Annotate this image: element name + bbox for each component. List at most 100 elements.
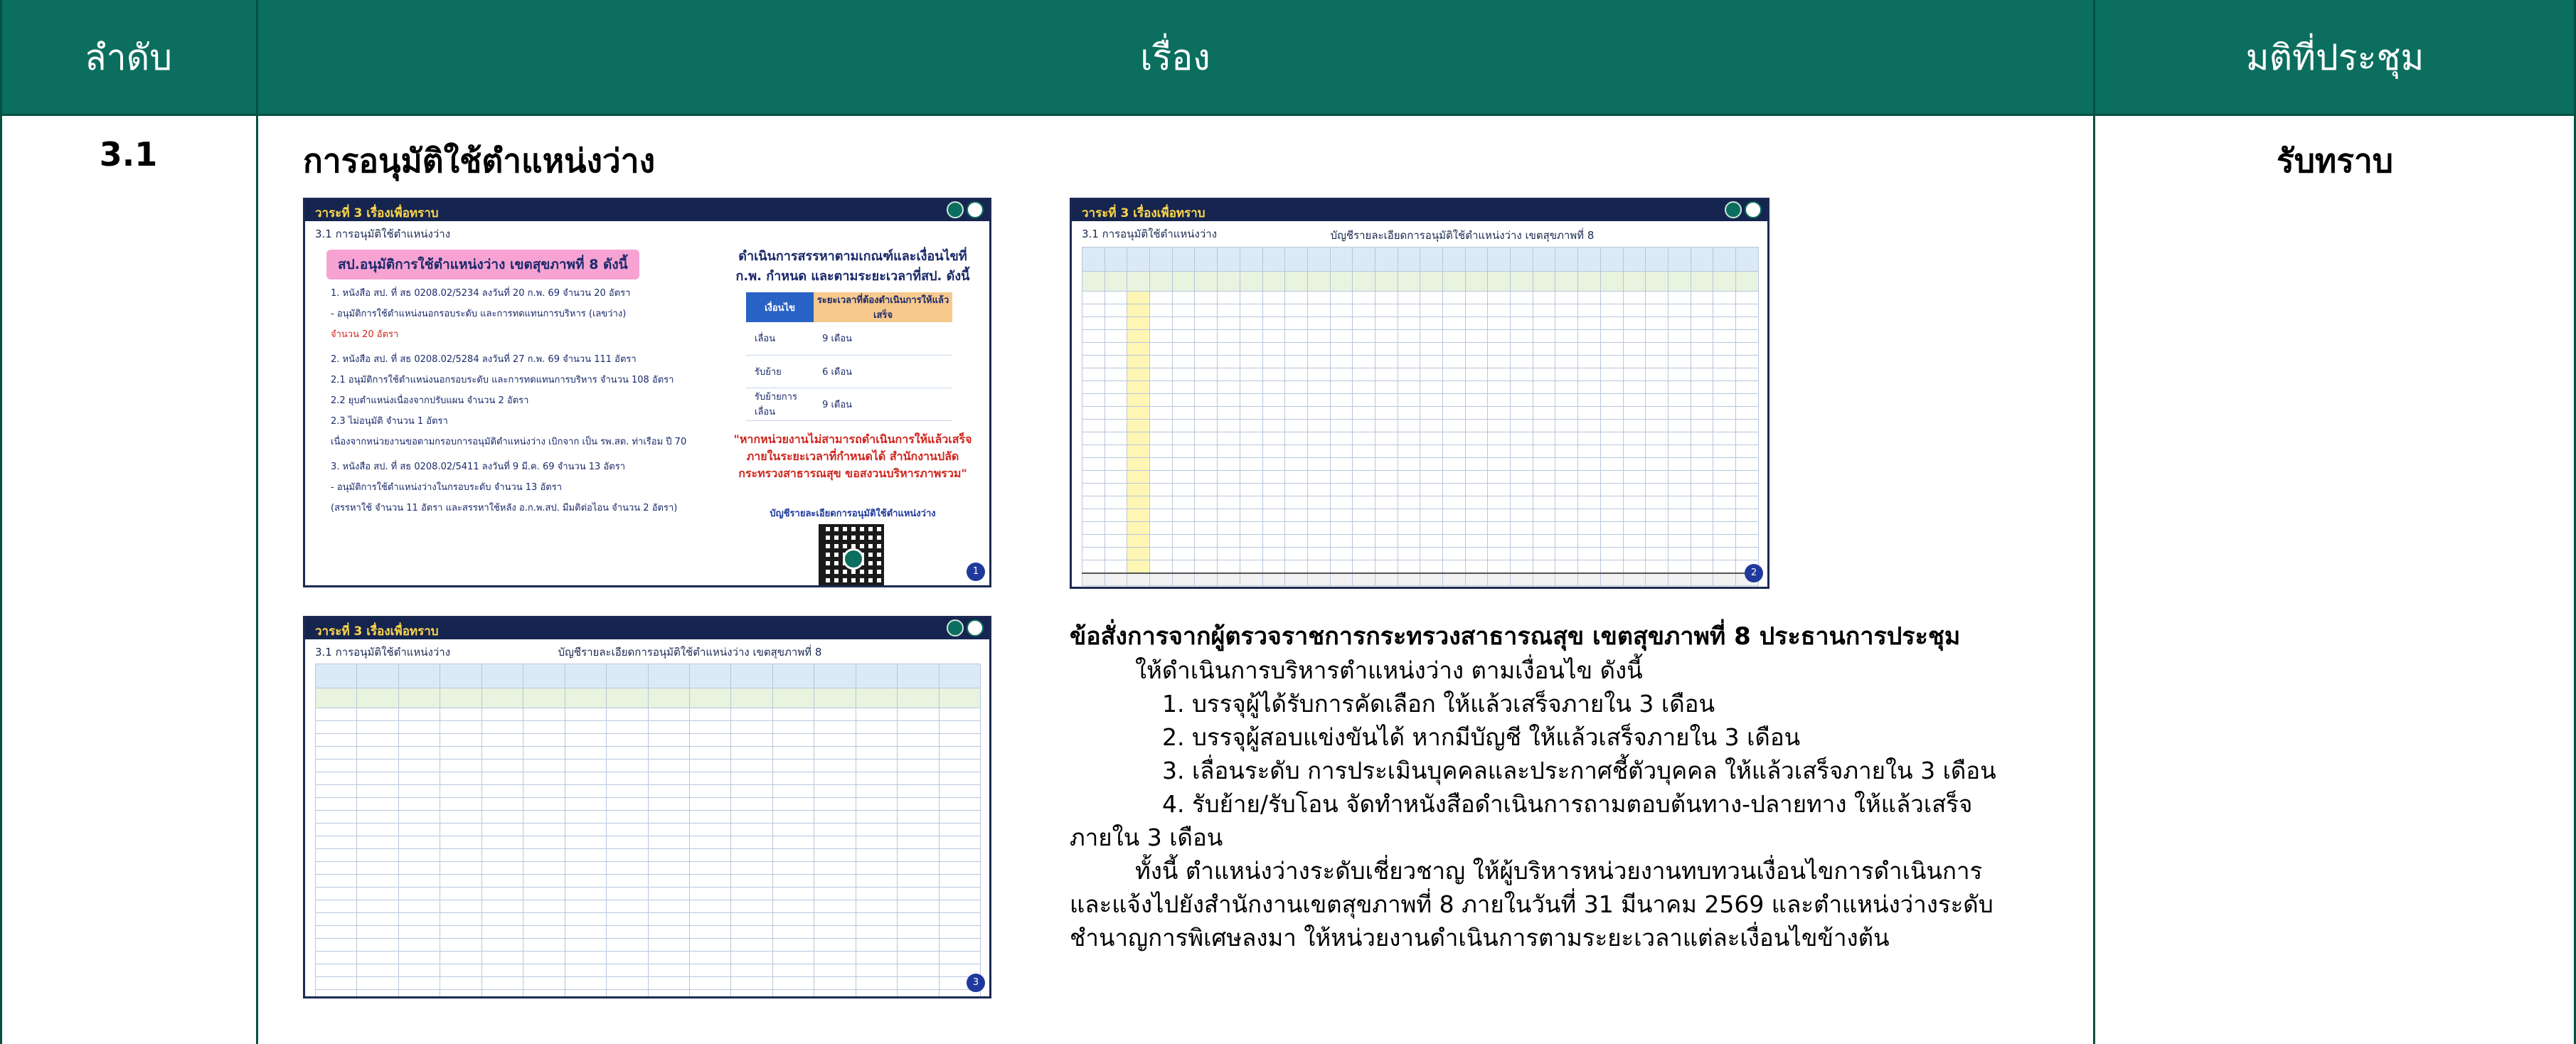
table-cell (606, 759, 649, 772)
table-cell (1284, 342, 1308, 356)
table-cell (1622, 329, 1646, 343)
table-row (314, 733, 981, 747)
table-cell (1397, 547, 1421, 560)
table-cell (1194, 304, 1218, 317)
table-cell (1713, 291, 1736, 304)
table-cell (1645, 291, 1668, 304)
table-cell (1217, 316, 1240, 330)
table-cell (1329, 406, 1353, 420)
table-cell (814, 989, 856, 996)
table-cell (398, 759, 441, 772)
header-subject-label: เรื่อง (1140, 36, 1210, 78)
table-cell (730, 810, 773, 824)
slide-table-caption: บัญชีรายละเอียดการอนุมัติใช้ตำแหน่งว่าง … (1330, 229, 1595, 242)
table-cell (314, 810, 358, 824)
table-cell (1645, 406, 1668, 420)
table-cell (1577, 271, 1601, 292)
table-cell (897, 720, 940, 734)
table-cell (1420, 247, 1443, 272)
moph-logo-icon (947, 619, 984, 636)
table-cell (1532, 432, 1556, 445)
table-cell (606, 976, 649, 990)
table-cell (1329, 368, 1353, 381)
table-cell (1306, 342, 1331, 356)
table-cell (1284, 419, 1308, 432)
table-cell (938, 836, 981, 849)
table-cell (1149, 547, 1173, 560)
table-cell (1262, 457, 1286, 471)
table-cell (1442, 419, 1466, 432)
table-row (314, 720, 981, 734)
table-cell (1577, 432, 1601, 445)
table-cell (564, 836, 607, 849)
table-cell (398, 664, 441, 688)
item-order-number: 3.1 (99, 135, 158, 174)
slide-detail-link[interactable]: บัญชีรายละเอียดการอนุมัติใช้ตำแหน่งว่าง (725, 506, 981, 521)
table-cell (1555, 521, 1579, 535)
table-cell (564, 951, 607, 964)
table-cell (855, 874, 898, 888)
table-cell (1555, 496, 1579, 509)
table-cell (1171, 329, 1196, 343)
table-cell (1667, 572, 1691, 586)
table-cell (1464, 329, 1489, 343)
table-cell (1487, 406, 1511, 420)
table-cell (855, 759, 898, 772)
table-cell (1239, 342, 1263, 356)
table-cell (356, 989, 399, 996)
table-cell (1464, 444, 1489, 458)
table-cell (1713, 393, 1736, 407)
table-cell (1171, 508, 1196, 522)
table-cell (314, 797, 358, 811)
table-cell (688, 772, 732, 785)
table-cell (1622, 534, 1646, 548)
table-cell (938, 664, 981, 688)
table-cell (1690, 444, 1714, 458)
table-cell (523, 912, 565, 926)
table-cell (772, 784, 815, 798)
table-cell (1690, 534, 1714, 548)
table-cell (1397, 521, 1421, 535)
table-cell (1735, 393, 1760, 407)
table-cell (1194, 483, 1218, 496)
table-cell (897, 976, 940, 990)
table-cell (523, 925, 565, 939)
table-cell (1397, 560, 1421, 573)
table-row (314, 688, 981, 708)
table-cell (1306, 304, 1331, 317)
directive-paragraph: ชำนาญการพิเศษลงมา ให้หน่วยงานดำเนินการตา… (1070, 924, 1890, 952)
table-cell (440, 784, 482, 798)
table-cell (1532, 534, 1556, 548)
table-cell (1217, 304, 1240, 317)
table-cell (1690, 368, 1714, 381)
table-cell (938, 848, 981, 862)
table-cell (1104, 432, 1128, 445)
table-cell (1082, 247, 1105, 272)
table-cell (647, 746, 690, 760)
table-cell (314, 976, 358, 990)
table-cell (1217, 368, 1240, 381)
table-cell (1194, 432, 1218, 445)
table-cell (647, 912, 690, 926)
table-cell (1329, 393, 1353, 407)
table-cell (1194, 419, 1218, 432)
table-cell (1420, 483, 1443, 496)
table-cell (814, 720, 856, 734)
table-cell (1487, 432, 1511, 445)
table-cell (1352, 329, 1375, 343)
table-cell (1374, 393, 1398, 407)
table-cell (1577, 316, 1601, 330)
table-cell (1239, 271, 1263, 292)
table-cell (1667, 521, 1691, 535)
table-cell (938, 925, 981, 939)
approval-line: 2. หนังสือ สป. ที่ สธ 0208.02/5284 ลงวัน… (331, 354, 637, 365)
table-cell (897, 989, 940, 996)
table-cell (814, 912, 856, 926)
table-cell (1306, 534, 1331, 548)
directive-item: 1. บรรจุผู้ได้รับการคัดเลือก ให้แล้วเสร็… (1162, 690, 1715, 718)
table-cell (1374, 483, 1398, 496)
directive-section: ข้อสั่งการจากผู้ตรวจราชการกระทรวงสาธารณส… (1070, 620, 2023, 954)
table-cell (938, 708, 981, 721)
table-cell (1262, 547, 1286, 560)
table-cell (1487, 247, 1511, 272)
